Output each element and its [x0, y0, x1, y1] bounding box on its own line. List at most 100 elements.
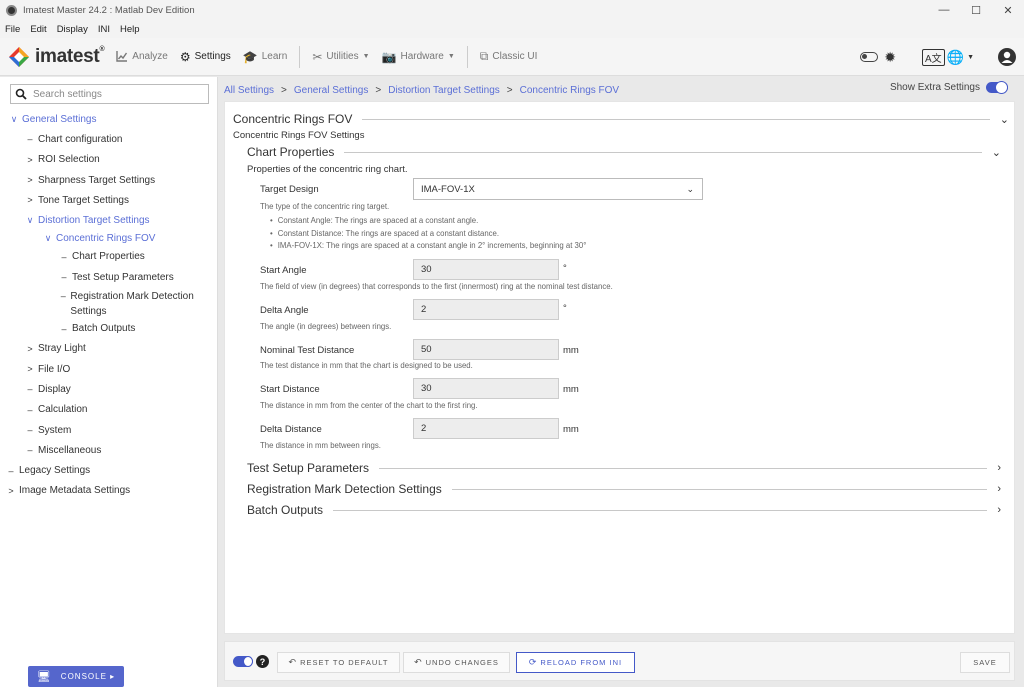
section-registration-mark[interactable]: Registration Mark Detection Settings ›: [247, 482, 1001, 496]
start-distance-input[interactable]: 30: [413, 378, 559, 399]
nominal-distance-input[interactable]: 50: [413, 339, 559, 360]
brand-registered-mark: ®: [99, 45, 105, 53]
breadcrumb: All Settings > General Settings > Distor…: [224, 83, 619, 97]
section-chart-properties[interactable]: Chart Properties ⌄: [247, 145, 1001, 159]
start-angle-label: Start Angle: [260, 265, 307, 276]
start-angle-input[interactable]: 30: [413, 259, 559, 280]
settings-label: Settings: [194, 51, 231, 62]
tree-item-display[interactable]: – Display: [0, 379, 217, 399]
help-icon[interactable]: ?: [256, 655, 269, 668]
caret-down-icon: ▼: [447, 53, 455, 60]
menu-help[interactable]: Help: [120, 24, 140, 35]
console-button[interactable]: 🖥 CONSOLE ▸: [28, 666, 124, 687]
breadcrumb-distortion-target[interactable]: Distortion Target Settings: [388, 85, 500, 96]
tree-item-test-setup-parameters[interactable]: – Test Setup Parameters: [0, 267, 217, 287]
tree-item-concentric-rings-fov[interactable]: ∨ Concentric Rings FOV: [0, 231, 217, 247]
tree-item-chart-configuration[interactable]: – Chart configuration: [0, 129, 217, 149]
graduation-cap-icon: 🎓: [242, 49, 258, 64]
classic-ui-button[interactable]: ⧉ Classic UI: [480, 49, 538, 64]
menu-file[interactable]: File: [5, 24, 20, 35]
toolbar-divider: [299, 45, 301, 68]
show-extra-settings: Show Extra Settings: [890, 81, 1008, 94]
settings-panel: Concentric Rings FOV ⌄ Concentric Rings …: [224, 101, 1015, 634]
divider: [379, 467, 988, 469]
tree-item-roi-selection[interactable]: > ROI Selection: [0, 150, 217, 170]
tree-item-calculation[interactable]: – Calculation: [0, 400, 217, 420]
app-icon: [6, 4, 17, 16]
settings-button[interactable]: ⚙ Settings: [180, 50, 231, 64]
dash-icon: –: [61, 323, 67, 334]
imatest-logo[interactable]: imatest®: [8, 45, 105, 68]
tree-item-stray-light[interactable]: > Stray Light: [0, 339, 217, 359]
dash-icon: –: [27, 404, 33, 415]
reset-to-default-button[interactable]: ↶ RESET TO DEFAULT: [277, 652, 400, 673]
target-design-select[interactable]: IMA-FOV-1X ⌄: [413, 178, 703, 200]
start-distance-label: Start Distance: [260, 384, 320, 395]
breadcrumb-concentric-rings[interactable]: Concentric Rings FOV: [520, 85, 619, 96]
tree-item-image-metadata[interactable]: > Image Metadata Settings: [0, 481, 217, 501]
delta-angle-input[interactable]: 2: [413, 299, 559, 320]
user-avatar-icon[interactable]: [998, 48, 1016, 66]
reload-from-ini-button[interactable]: ⟳ RELOAD FROM INI: [516, 652, 635, 673]
target-design-description: The type of the concentric ring target.: [260, 202, 390, 211]
section-title: Batch Outputs: [247, 503, 324, 517]
tree-item-file-io[interactable]: > File I/O: [0, 359, 217, 379]
hardware-menu[interactable]: 📷 Hardware ▼: [382, 50, 455, 64]
tree-item-chart-properties[interactable]: – Chart Properties: [0, 247, 217, 267]
hardware-label: Hardware: [400, 51, 444, 62]
window-controls: — ☐ ✕: [928, 0, 1024, 20]
show-extra-settings-toggle[interactable]: [986, 81, 1008, 94]
expand-chevron-icon: ∨: [26, 215, 34, 226]
globe-icon[interactable]: 🌐: [947, 49, 964, 66]
monitor-icon: 🖥: [36, 671, 51, 683]
collapse-chevron-icon: >: [27, 175, 33, 186]
search-input[interactable]: Search settings: [10, 84, 209, 104]
dash-icon: –: [27, 425, 33, 435]
reload-label: RELOAD FROM INI: [540, 658, 623, 667]
list-item: Constant Distance: The rings are spaced …: [270, 228, 586, 241]
save-button[interactable]: SAVE: [960, 652, 1010, 673]
menu-display[interactable]: Display: [57, 24, 88, 35]
close-icon[interactable]: ✕: [992, 0, 1024, 20]
camera-icon: 📷: [381, 49, 397, 64]
tree-item-legacy-settings[interactable]: – Legacy Settings: [0, 460, 217, 480]
analyze-label: Analyze: [132, 51, 168, 62]
tree-item-distortion-target[interactable]: ∨ Distortion Target Settings: [0, 210, 217, 230]
menu-edit[interactable]: Edit: [30, 24, 46, 35]
delta-distance-description: The distance in mm between rings.: [260, 441, 381, 450]
learn-label: Learn: [261, 51, 288, 62]
menu-ini[interactable]: INI: [98, 24, 110, 35]
dash-icon: –: [61, 251, 67, 262]
utilities-menu[interactable]: ✂ Utilities ▼: [312, 50, 369, 64]
delta-distance-input[interactable]: 2: [413, 418, 559, 439]
analyze-button[interactable]: Analyze: [116, 51, 168, 62]
nominal-distance-value: 50: [421, 344, 432, 355]
section-concentric-rings-fov[interactable]: Concentric Rings FOV ⌄: [233, 112, 1009, 126]
section-test-setup-parameters[interactable]: Test Setup Parameters ›: [247, 461, 1001, 475]
chevron-right-icon: ›: [997, 483, 1001, 495]
section-batch-outputs[interactable]: Batch Outputs ›: [247, 503, 1001, 517]
language-icon[interactable]: A文: [921, 48, 945, 66]
auto-apply-toggle[interactable]: [233, 656, 253, 667]
tree-item-label: Tone Target Settings: [38, 194, 129, 206]
breadcrumb-all-settings[interactable]: All Settings: [224, 85, 274, 96]
tree-item-registration-mark[interactable]: – Registration Mark Detection Settings: [0, 287, 217, 318]
undo-changes-button[interactable]: ↶ UNDO CHANGES: [403, 652, 510, 673]
breadcrumb-general-settings[interactable]: General Settings: [294, 85, 369, 96]
tree-item-tone-target[interactable]: > Tone Target Settings: [0, 190, 217, 210]
tree-item-label: System: [38, 424, 72, 436]
tree-item-label: ROI Selection: [38, 154, 100, 166]
reset-label: RESET TO DEFAULT: [300, 658, 389, 667]
theme-toggle[interactable]: [860, 52, 879, 62]
tree-item-general-settings[interactable]: ∨ General Settings: [0, 109, 217, 129]
window-title: Imatest Master 24.2 : Matlab Dev Edition: [23, 4, 195, 16]
minimize-icon[interactable]: —: [928, 0, 960, 20]
tree-item-batch-outputs[interactable]: – Batch Outputs: [0, 318, 217, 338]
divider: [362, 118, 990, 120]
tree-item-miscellaneous[interactable]: – Miscellaneous: [0, 440, 217, 460]
tree-item-sharpness-target[interactable]: > Sharpness Target Settings: [0, 170, 217, 190]
maximize-icon[interactable]: ☐: [960, 0, 992, 20]
tree-item-system[interactable]: – System: [0, 420, 217, 440]
divider: [344, 151, 982, 153]
learn-button[interactable]: 🎓 Learn: [243, 50, 288, 64]
